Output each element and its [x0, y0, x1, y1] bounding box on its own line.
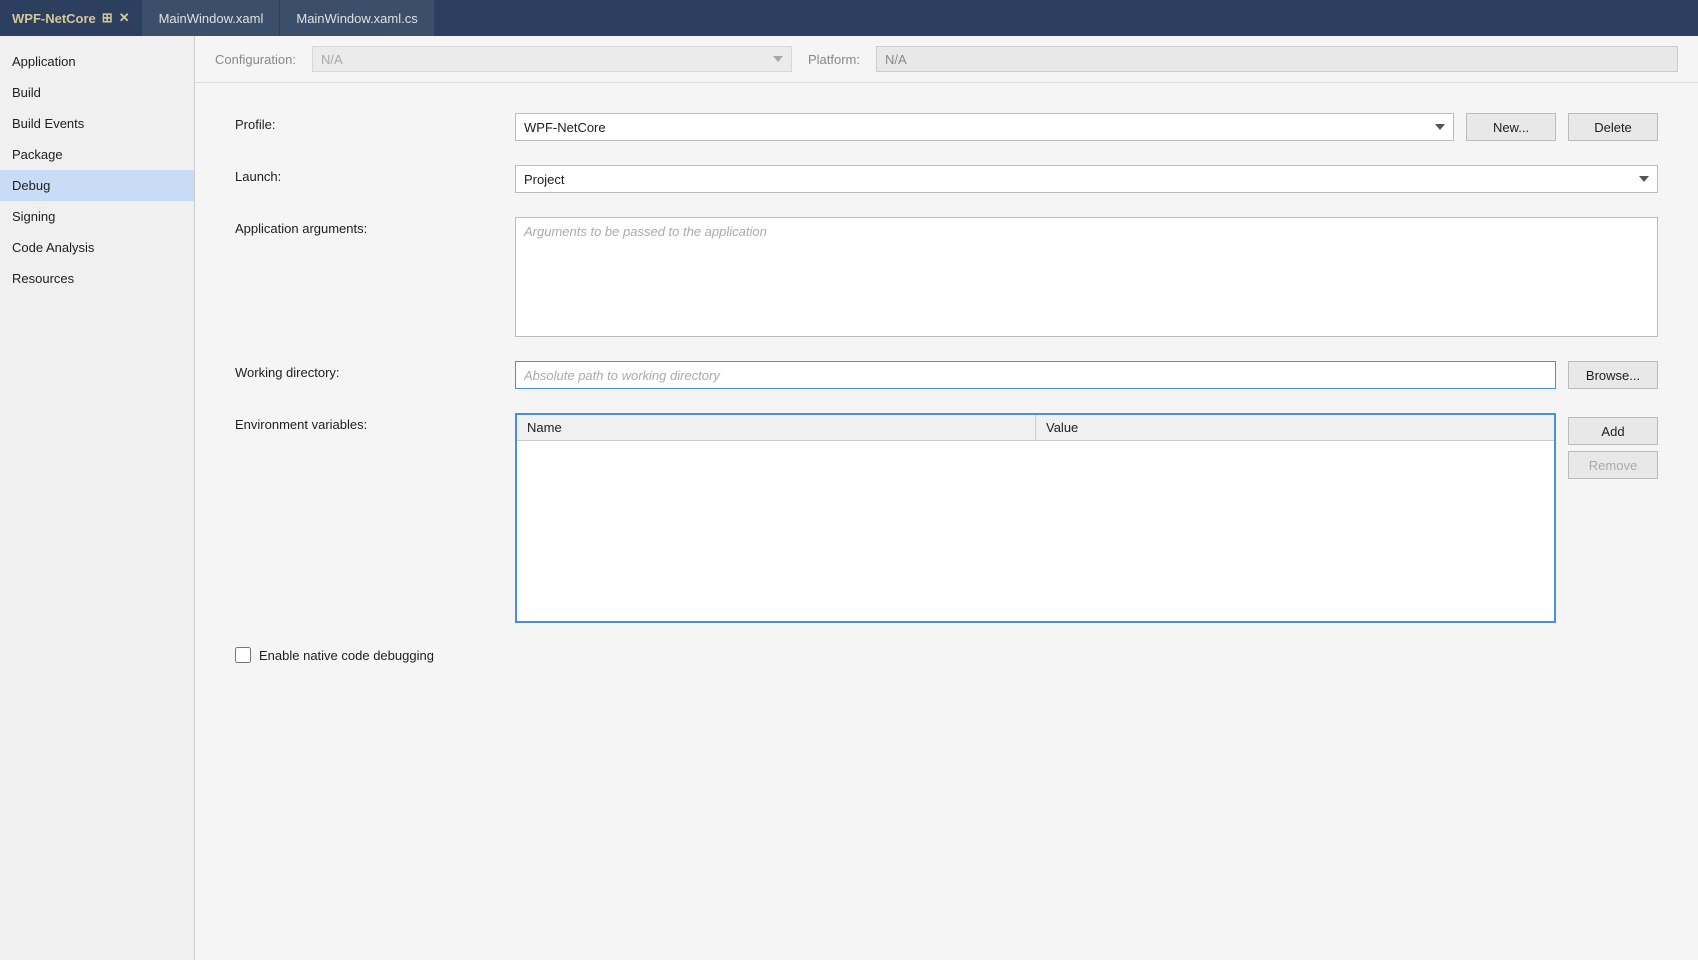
env-col-value: Value [1036, 415, 1554, 440]
profile-label: Profile: [235, 113, 515, 132]
env-col-name: Name [517, 415, 1036, 440]
app-args-textarea[interactable] [515, 217, 1658, 337]
sidebar-item-application[interactable]: Application [0, 46, 194, 77]
launch-row: Launch: Project [235, 165, 1658, 193]
form-area: Profile: WPF-NetCore New... Delete Launc… [195, 83, 1698, 960]
configuration-label: Configuration: [215, 52, 296, 67]
profile-row: Profile: WPF-NetCore New... Delete [235, 113, 1658, 141]
launch-select[interactable]: Project [515, 165, 1658, 193]
tab-mainwindow-xaml[interactable]: MainWindow.xaml [143, 0, 281, 36]
sidebar-item-signing[interactable]: Signing [0, 201, 194, 232]
new-button[interactable]: New... [1466, 113, 1556, 141]
project-tab-label: WPF-NetCore [12, 11, 96, 26]
app-args-control-area [515, 217, 1658, 337]
launch-label: Launch: [235, 165, 515, 184]
env-vars-label: Environment variables: [235, 413, 515, 432]
env-buttons-area: Add Remove [1568, 413, 1658, 479]
native-debug-label: Enable native code debugging [259, 648, 434, 663]
native-debug-row: Enable native code debugging [235, 647, 1658, 663]
platform-label: Platform: [808, 52, 860, 67]
sidebar-item-debug[interactable]: Debug [0, 170, 194, 201]
app-args-row: Application arguments: [235, 217, 1658, 337]
content-area: Configuration: N/A Platform: Profile: WP… [195, 36, 1698, 960]
env-table: Name Value [515, 413, 1556, 623]
profile-select[interactable]: WPF-NetCore [515, 113, 1454, 141]
sidebar-item-build-events[interactable]: Build Events [0, 108, 194, 139]
remove-button[interactable]: Remove [1568, 451, 1658, 479]
env-table-header: Name Value [517, 415, 1554, 441]
tab-bar: WPF-NetCore ⊞ ✕ MainWindow.xaml MainWind… [0, 0, 1698, 36]
delete-button[interactable]: Delete [1568, 113, 1658, 141]
env-vars-row: Environment variables: Name Value Add Re… [235, 413, 1658, 623]
main-layout: Application Build Build Events Package D… [0, 36, 1698, 960]
working-dir-label: Working directory: [235, 361, 515, 380]
sidebar-item-resources[interactable]: Resources [0, 263, 194, 294]
app-args-label: Application arguments: [235, 217, 515, 236]
sidebar-item-build[interactable]: Build [0, 77, 194, 108]
add-button[interactable]: Add [1568, 417, 1658, 445]
working-dir-row: Working directory: Browse... [235, 361, 1658, 389]
env-table-body [517, 441, 1554, 621]
working-dir-control-area: Browse... [515, 361, 1658, 389]
browse-button[interactable]: Browse... [1568, 361, 1658, 389]
working-dir-input[interactable] [515, 361, 1556, 389]
tab-mainwindow-xaml-cs[interactable]: MainWindow.xaml.cs [280, 0, 434, 36]
sidebar-item-code-analysis[interactable]: Code Analysis [0, 232, 194, 263]
project-tab[interactable]: WPF-NetCore ⊞ ✕ [0, 0, 143, 36]
native-debug-checkbox[interactable] [235, 647, 251, 663]
pin-icon: ⊞ [102, 10, 113, 26]
close-icon[interactable]: ✕ [119, 10, 130, 26]
sidebar-item-package[interactable]: Package [0, 139, 194, 170]
launch-control-area: Project [515, 165, 1658, 193]
config-bar: Configuration: N/A Platform: [195, 36, 1698, 83]
profile-control-area: WPF-NetCore New... Delete [515, 113, 1658, 141]
configuration-select[interactable]: N/A [312, 46, 792, 72]
platform-input [876, 46, 1678, 72]
sidebar: Application Build Build Events Package D… [0, 36, 195, 960]
